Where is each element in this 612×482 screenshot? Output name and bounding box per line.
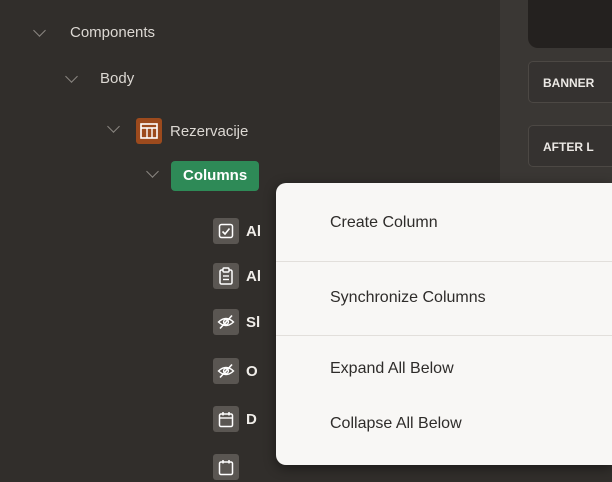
menu-item-collapse-all-below[interactable]: Collapse All Below (276, 394, 612, 454)
menu-separator (276, 335, 612, 336)
menu-separator (276, 261, 612, 262)
chevron-down-icon[interactable] (146, 165, 159, 178)
slot-label: BANNER (543, 76, 595, 90)
chevron-down-icon[interactable] (65, 70, 78, 83)
tree-node-column-partial[interactable] (213, 452, 246, 482)
hidden-eye-icon (213, 309, 239, 335)
tree-node-label: Body (100, 69, 135, 87)
hidden-eye-icon (213, 358, 239, 384)
tree-node-components[interactable]: Components (70, 17, 155, 47)
tree-node-label: Rezervacije (170, 122, 249, 140)
menu-item-label: Create Column (330, 214, 438, 231)
slot-banner[interactable]: BANNER (528, 61, 612, 103)
tree-node-label: O (246, 362, 258, 380)
calendar-icon (213, 454, 239, 480)
clipboard-icon (213, 263, 239, 289)
chevron-down-icon[interactable] (33, 24, 46, 37)
tree-node-column[interactable]: Al (213, 216, 261, 246)
tree-node-column[interactable]: Al (213, 261, 261, 291)
tree-node-label: D (246, 410, 257, 428)
layout-canvas-top (528, 0, 612, 48)
menu-item-create-column[interactable]: Create Column (276, 193, 612, 253)
checkbox-icon (213, 218, 239, 244)
slot-label: AFTER L (543, 140, 594, 154)
menu-item-label: Synchronize Columns (330, 289, 486, 306)
slot-after-logo[interactable]: AFTER L (528, 125, 612, 167)
tree-node-column[interactable]: O (213, 356, 258, 386)
tree-node-label: Components (70, 23, 156, 41)
menu-item-label: Collapse All Below (330, 415, 462, 432)
tree-node-region-rezervacije[interactable]: Rezervacije (136, 116, 248, 146)
tree-node-label: Al (246, 222, 261, 240)
tree-node-column[interactable]: D (213, 404, 257, 434)
menu-item-synchronize-columns[interactable]: Synchronize Columns (276, 268, 612, 328)
chevron-down-icon[interactable] (107, 120, 120, 133)
menu-item-label: Expand All Below (330, 360, 454, 377)
tree-node-columns[interactable]: Columns (171, 161, 260, 191)
tree-node-body[interactable]: Body (100, 63, 134, 93)
menu-item-expand-all-below[interactable]: Expand All Below (276, 339, 612, 399)
tree-node-label: Columns (171, 161, 260, 191)
tree-node-label: Sl (246, 313, 261, 331)
context-menu: Create Column Synchronize Columns Expand… (276, 183, 612, 465)
tree-node-column[interactable]: Sl (213, 307, 260, 337)
region-icon (136, 118, 162, 144)
tree-node-label: Al (246, 267, 261, 285)
calendar-icon (213, 406, 239, 432)
